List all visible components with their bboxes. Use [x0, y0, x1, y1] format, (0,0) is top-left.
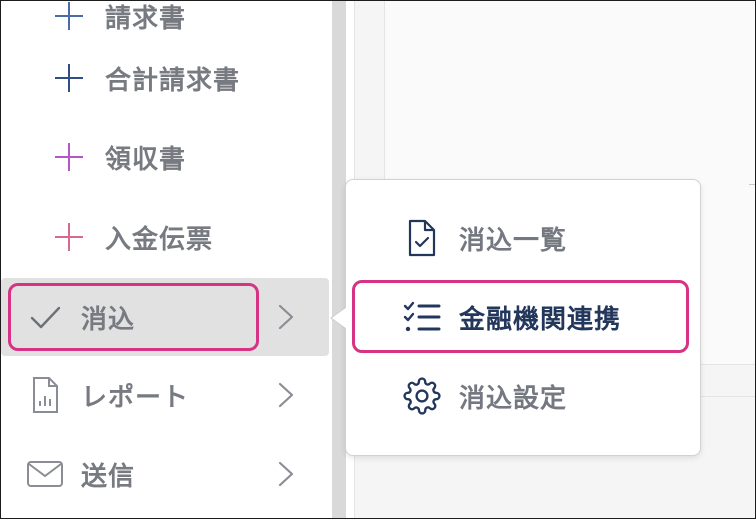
submenu-item-reconcile-settings[interactable]: 消込設定: [401, 366, 681, 426]
sidebar-subitem-payment-slip[interactable]: 入金伝票: [51, 200, 321, 274]
chevron-right-icon: [277, 303, 295, 335]
document-check-icon: [401, 217, 443, 259]
chevron-right-icon: [277, 381, 295, 413]
highlight-reconcile: [8, 283, 259, 351]
sidebar: 請求書 合計請求書 領収書 入金伝票 消込 レポート 送信: [1, 1, 331, 518]
sidebar-subitem-label: 合計請求書: [105, 65, 241, 96]
sidebar-item-label: 送信: [81, 461, 136, 492]
plus-icon: [51, 60, 87, 96]
sidebar-item-send[interactable]: 送信: [25, 437, 305, 511]
popover-arrow-inner: [332, 307, 347, 329]
divider: [697, 396, 755, 397]
gear-icon: [401, 375, 443, 417]
app-frame: 請求書 合計請求書 領収書 入金伝票 消込 レポート 送信 消込一覧 金融機関連…: [0, 0, 756, 519]
sidebar-item-report[interactable]: レポート: [25, 358, 305, 432]
plus-icon: [51, 219, 87, 255]
plus-icon: [51, 139, 87, 175]
sidebar-item-label: レポート: [81, 382, 190, 413]
submenu-item-reconcile-list[interactable]: 消込一覧: [401, 208, 681, 268]
sidebar-subitem-total-invoice[interactable]: 合計請求書: [51, 41, 321, 115]
sidebar-subitem-label: 入金伝票: [105, 224, 214, 255]
chevron-right-icon: [277, 460, 295, 492]
sidebar-scrollbar[interactable]: [332, 1, 346, 518]
plus-icon: [51, 1, 87, 34]
submenu-item-label: 消込設定: [459, 383, 568, 414]
highlight-bank-integration: [352, 280, 689, 353]
mail-icon: [25, 454, 65, 494]
submenu-item-label: 消込一覧: [459, 225, 568, 256]
sidebar-subitem-label: 領収書: [105, 144, 187, 175]
divider: [749, 184, 755, 185]
sidebar-subitem-receipt[interactable]: 領収書: [51, 120, 321, 194]
report-icon: [25, 375, 65, 415]
sidebar-subitem-label: 請求書: [105, 3, 187, 34]
